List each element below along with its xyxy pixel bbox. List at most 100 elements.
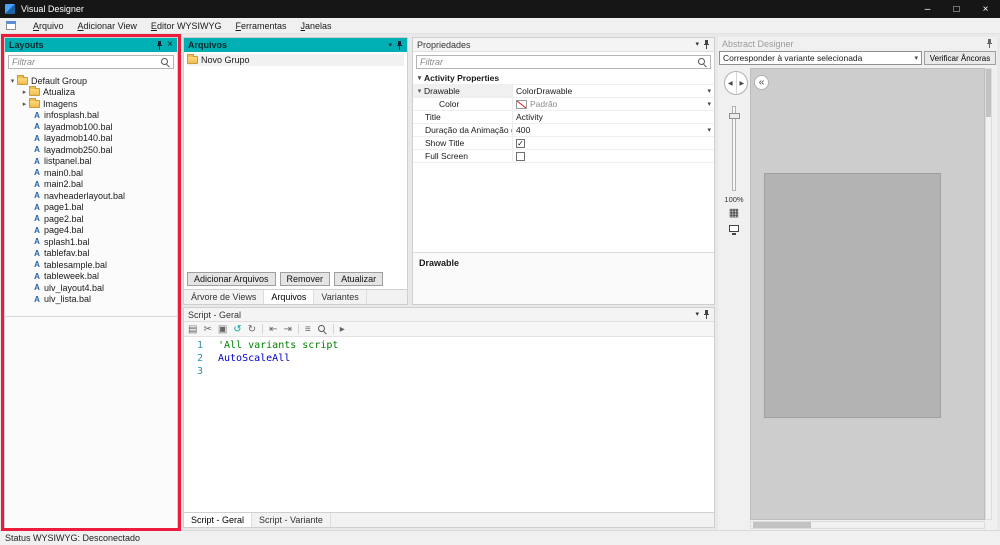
property-name-title[interactable]: Title	[413, 111, 513, 123]
property-name-drawable[interactable]: ▾ Drawable	[413, 85, 513, 97]
property-category-row[interactable]: ▾ Activity Properties	[413, 72, 714, 85]
pin-icon[interactable]	[703, 40, 710, 49]
tab-variantes[interactable]: Variantes	[314, 290, 367, 304]
zoom-slider-thumb[interactable]	[729, 113, 740, 119]
redo-icon[interactable]: ↻	[248, 324, 256, 335]
panel-menu-icon[interactable]: ▾	[388, 42, 392, 49]
prev-variant-button[interactable]: ◀	[725, 72, 736, 94]
grid-toggle-button[interactable]: ▦	[727, 206, 741, 219]
tab-script-geral[interactable]: Script - Geral	[184, 513, 253, 527]
collapse-panel-button[interactable]: «	[754, 75, 769, 90]
menu-ferramentas[interactable]: Ferramentas	[228, 18, 293, 33]
find-icon[interactable]	[317, 324, 327, 334]
dropdown-arrow-icon[interactable]: ▾	[707, 87, 711, 95]
tree-item-file[interactable]: Ainfosplash.bal	[8, 110, 177, 122]
property-row-color: Color Padrão ▾	[413, 98, 714, 111]
maximize-button[interactable]: □	[942, 0, 971, 18]
full-screen-checkbox[interactable]	[516, 151, 525, 161]
vertical-scrollbar-thumb[interactable]	[986, 69, 991, 117]
menu-arquivo[interactable]: Arquivo	[26, 18, 71, 33]
tree-item-file[interactable]: Atablefav.bal	[8, 248, 177, 260]
tree-item-file[interactable]: Alayadmob100.bal	[8, 121, 177, 133]
pin-icon[interactable]	[703, 310, 710, 319]
screen-size-button[interactable]	[727, 222, 741, 235]
horizontal-scrollbar-thumb[interactable]	[753, 522, 811, 528]
tree-item-file[interactable]: Amain0.bal	[8, 167, 177, 179]
tree-item-file[interactable]: Atableweek.bal	[8, 271, 177, 283]
undo-icon[interactable]: ↺	[233, 324, 241, 335]
next-variant-button[interactable]: ▶	[735, 72, 748, 94]
property-name-animation[interactable]: Duração da Animação (ms)	[413, 124, 513, 136]
layouts-panel-splitter[interactable]	[5, 316, 177, 317]
tree-item-file[interactable]: Asplash1.bal	[8, 236, 177, 248]
property-value-drawable[interactable]: ColorDrawable ▾	[513, 85, 714, 97]
expander-icon[interactable]: ▾	[415, 74, 424, 82]
pin-icon[interactable]	[156, 40, 163, 50]
pin-icon[interactable]	[986, 39, 993, 48]
property-value-color[interactable]: Padrão ▾	[513, 98, 714, 110]
tree-item-file[interactable]: Apage4.bal	[8, 225, 177, 237]
abstract-canvas[interactable]	[750, 68, 985, 520]
expander-icon[interactable]: ▸	[20, 88, 29, 96]
layouts-filter-input[interactable]	[12, 57, 160, 67]
tree-item-file[interactable]: Atablesample.bal	[8, 259, 177, 271]
vertical-scrollbar[interactable]	[985, 68, 992, 520]
tree-item-file[interactable]: Amain2.bal	[8, 179, 177, 191]
copy-icon[interactable]: ▣	[218, 324, 227, 335]
menu-adicionar-view[interactable]: Adicionar View	[71, 18, 144, 33]
tree-item-file[interactable]: Aulv_lista.bal	[8, 294, 177, 306]
paste-icon[interactable]: ▤	[188, 324, 197, 335]
expander-icon[interactable]: ▾	[415, 87, 424, 95]
close-button[interactable]: ×	[971, 0, 1000, 18]
tab-arquivos[interactable]: Arquivos	[264, 290, 315, 304]
tree-item-file[interactable]: Alayadmob250.bal	[8, 144, 177, 156]
outdent-icon[interactable]: ⇤	[269, 324, 277, 335]
panel-menu-icon[interactable]: ▾	[695, 311, 699, 318]
indent-icon[interactable]: ⇥	[283, 324, 291, 335]
property-value-title[interactable]: Activity	[513, 111, 714, 123]
comment-icon[interactable]: ≡	[305, 324, 311, 335]
property-value-animation[interactable]: 400 ▾	[513, 124, 714, 136]
verify-anchors-button[interactable]: Verificar Âncoras	[924, 51, 996, 65]
cut-icon[interactable]: ✂	[203, 324, 211, 335]
panel-menu-icon[interactable]: ▾	[695, 41, 699, 48]
menu-editor-wysiwyg[interactable]: Editor WYSIWYG	[144, 18, 229, 33]
file-group-item[interactable]: Novo Grupo	[187, 54, 404, 66]
tree-item-file[interactable]: Apage1.bal	[8, 202, 177, 214]
zoom-level: 100%	[724, 195, 744, 204]
layout-file-icon: A	[34, 260, 40, 270]
pin-icon[interactable]	[396, 40, 403, 50]
zoom-slider[interactable]	[729, 106, 740, 191]
app-icon	[5, 4, 15, 14]
tree-item-file[interactable]: Aulv_layout4.bal	[8, 282, 177, 294]
minimize-button[interactable]: –	[913, 0, 942, 18]
remove-button[interactable]: Remover	[279, 272, 331, 286]
properties-filter-input[interactable]	[420, 57, 697, 67]
tab-arvore-de-views[interactable]: Árvore de Views	[184, 290, 265, 304]
horizontal-scrollbar[interactable]	[750, 521, 985, 529]
property-name-show-title[interactable]: Show Title	[413, 137, 513, 149]
tree-item-file[interactable]: Anavheaderlayout.bal	[8, 190, 177, 202]
property-name-full-screen[interactable]: Full Screen	[413, 150, 513, 162]
variant-select[interactable]: Corresponder à variante selecionada ▾	[719, 51, 922, 65]
dropdown-arrow-icon[interactable]: ▾	[707, 100, 711, 108]
tree-item-file[interactable]: Alayadmob140.bal	[8, 133, 177, 145]
tree-item-file[interactable]: Alistpanel.bal	[8, 156, 177, 168]
tree-item-imagens[interactable]: ▸ Imagens	[8, 97, 177, 110]
tree-item-default-group[interactable]: ▾ Default Group	[8, 74, 177, 87]
property-name-color[interactable]: Color	[413, 98, 513, 110]
expander-icon[interactable]: ▸	[20, 100, 29, 108]
script-editor[interactable]: 1 2 3 'All variants script AutoScaleAll	[184, 337, 714, 512]
menu-janelas[interactable]: Janelas	[293, 18, 338, 33]
run-script-icon[interactable]: ▸	[340, 324, 345, 335]
refresh-button[interactable]: Atualizar	[334, 272, 384, 286]
close-panel-icon[interactable]: ×	[167, 40, 173, 50]
dropdown-arrow-icon[interactable]: ▾	[707, 126, 711, 134]
expander-icon[interactable]: ▾	[8, 77, 17, 85]
show-title-checkbox[interactable]	[516, 138, 525, 148]
tree-item-atualiza[interactable]: ▸ Atualiza	[8, 86, 177, 99]
abstract-activity-rect[interactable]	[764, 173, 941, 418]
tree-item-file[interactable]: Apage2.bal	[8, 213, 177, 225]
add-files-button[interactable]: Adicionar Arquivos	[187, 272, 276, 286]
tab-script-variante[interactable]: Script - Variante	[252, 513, 331, 527]
